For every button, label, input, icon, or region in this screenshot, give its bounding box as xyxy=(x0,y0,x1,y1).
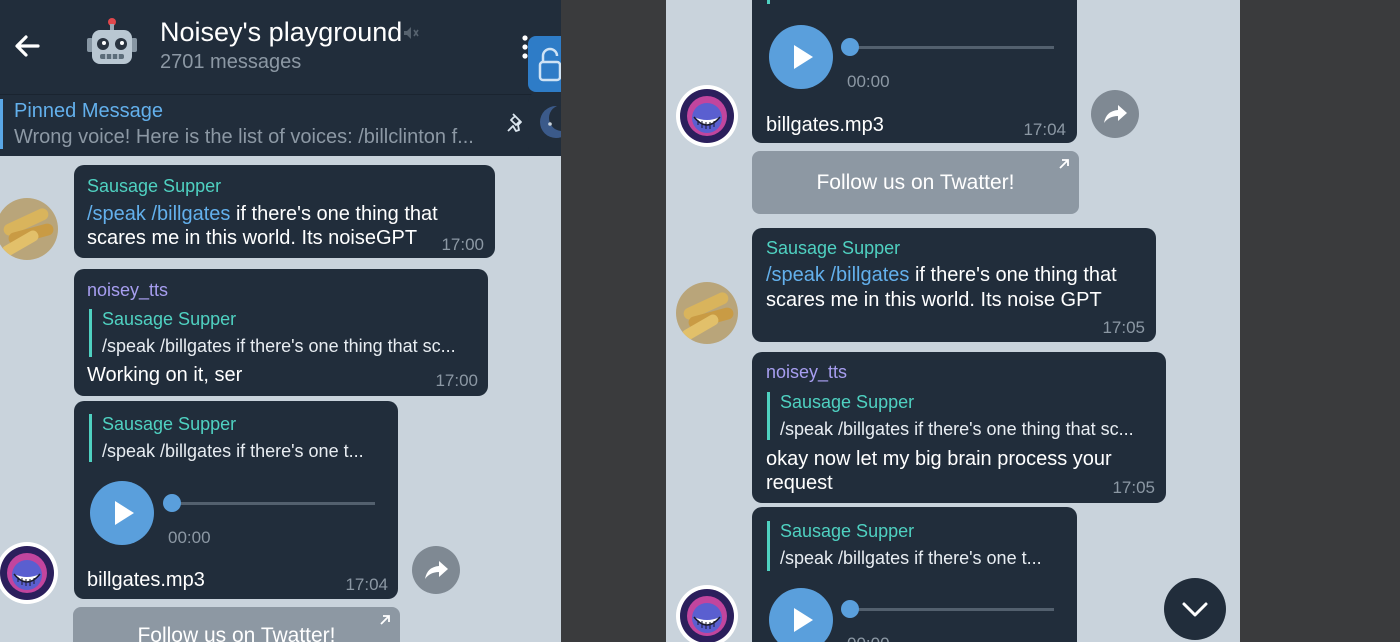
avatar-sausage-supper[interactable] xyxy=(676,282,738,344)
message-time: 17:00 xyxy=(441,235,484,254)
audio-message-bubble[interactable]: 00:00 billgates.mp3 17:04 xyxy=(752,0,1077,143)
command-link[interactable]: /speak /billgates xyxy=(87,203,230,225)
reply-text: /speak /billgates if there's one t... xyxy=(102,441,364,461)
audio-duration: 00:00 xyxy=(847,634,890,642)
reply-sender: Sausage Supper xyxy=(780,521,915,541)
play-button[interactable] xyxy=(769,25,833,89)
message-time: 17:05 xyxy=(1112,478,1155,497)
message-time: 17:04 xyxy=(1023,120,1066,139)
play-button[interactable] xyxy=(769,588,833,642)
forward-button[interactable] xyxy=(1091,90,1139,138)
message-text-part: if there's one thing that xyxy=(909,264,1117,286)
sender-name[interactable]: noisey_tts xyxy=(87,280,168,301)
forward-icon xyxy=(425,561,448,579)
mute-icon xyxy=(404,27,419,39)
forward-icon xyxy=(1104,105,1127,123)
message-bubble[interactable]: Sausage Supper /speak /billgates if ther… xyxy=(74,165,495,258)
reply-text: /speak /billgates if there's one thing t… xyxy=(102,336,456,356)
chevron-down-icon xyxy=(1182,602,1208,617)
troll-face-icon xyxy=(680,89,734,143)
sender-name[interactable]: Sausage Supper xyxy=(766,238,900,259)
reply-quote[interactable]: Sausage Supper /speak /billgates if ther… xyxy=(89,309,456,357)
seek-knob[interactable] xyxy=(163,494,181,512)
message-text: Working on it, ser xyxy=(87,364,243,386)
right-chat-screen: 00:00 billgates.mp3 17:04 Follow us on T… xyxy=(666,0,1240,642)
scroll-down-button[interactable] xyxy=(1164,578,1226,640)
seek-knob[interactable] xyxy=(841,600,859,618)
seek-bar[interactable] xyxy=(848,608,1054,611)
seek-bar[interactable] xyxy=(170,502,375,505)
audio-duration: 00:00 xyxy=(847,72,890,91)
external-link-icon xyxy=(1059,159,1069,169)
chat-title[interactable]: Noisey's playground xyxy=(160,17,402,48)
audio-duration: 00:00 xyxy=(168,528,211,547)
message-time: 17:05 xyxy=(1102,318,1145,337)
message-time: 17:00 xyxy=(435,371,478,390)
message-text: okay now let my big brain process your xyxy=(766,448,1112,470)
message-bubble[interactable]: noisey_tts Sausage Supper /speak /billga… xyxy=(752,352,1166,503)
reply-quote[interactable]: Sausage Supper /speak /billgates if ther… xyxy=(767,392,1134,440)
message-text: /speak /billgates if there's one thing t… xyxy=(766,263,1117,287)
reply-sender: Sausage Supper xyxy=(102,414,237,434)
follow-twatter-button[interactable]: Follow us on Twatter! xyxy=(73,607,400,642)
sender-name[interactable]: Sausage Supper xyxy=(87,176,221,197)
play-button[interactable] xyxy=(90,481,154,545)
command-link[interactable]: /speak /billgates xyxy=(766,264,909,286)
reply-text: /speak /billgates if there's one t... xyxy=(780,548,1042,568)
forward-button[interactable] xyxy=(412,546,460,594)
avatar-noisey-tts[interactable] xyxy=(676,585,738,642)
reply-quote[interactable]: Sausage Supper /speak /billgates if ther… xyxy=(767,521,1042,571)
moon-icon xyxy=(540,105,561,138)
food-photo-icon xyxy=(0,198,58,260)
pinned-indicator xyxy=(0,99,3,149)
audio-filename: billgates.mp3 xyxy=(766,114,884,136)
bot-avatar-icon[interactable] xyxy=(84,16,140,72)
seek-knob[interactable] xyxy=(841,38,859,56)
audio-message-bubble[interactable]: Sausage Supper /speak /billgates if ther… xyxy=(74,401,398,599)
reply-quote-edge xyxy=(767,0,770,4)
message-count: 2701 messages xyxy=(160,51,302,73)
avatar-noisey-tts[interactable] xyxy=(676,85,738,147)
message-time: 17:04 xyxy=(345,575,388,594)
follow-button-label: Follow us on Twatter! xyxy=(137,624,336,642)
reply-sender: Sausage Supper xyxy=(102,309,237,329)
play-icon xyxy=(115,501,134,525)
play-icon xyxy=(794,45,813,69)
lock-icon xyxy=(538,47,561,82)
troll-face-icon xyxy=(680,589,734,642)
audio-filename: billgates.mp3 xyxy=(87,569,205,591)
chat-header: Noisey's playground 2701 messages xyxy=(0,0,561,94)
left-chat-screen: Noisey's playground 2701 messages Pinned… xyxy=(0,0,561,642)
back-arrow-icon[interactable] xyxy=(12,30,44,62)
message-bubble[interactable]: noisey_tts Sausage Supper /speak /billga… xyxy=(74,269,488,396)
night-mode-button[interactable] xyxy=(528,92,561,156)
reply-text: /speak /billgates if there's one thing t… xyxy=(780,419,1134,439)
pinned-title: Pinned Message xyxy=(14,100,163,122)
pin-icon[interactable] xyxy=(504,110,530,136)
follow-twatter-button[interactable]: Follow us on Twatter! xyxy=(752,151,1079,214)
troll-face-icon xyxy=(0,546,54,600)
pinned-message-bar[interactable]: Pinned Message Wrong voice! Here is the … xyxy=(0,94,561,156)
follow-button-label: Follow us on Twatter! xyxy=(816,171,1015,194)
external-link-icon xyxy=(380,615,390,625)
pinned-text: Wrong voice! Here is the list of voices:… xyxy=(14,126,474,148)
audio-message-bubble[interactable]: Sausage Supper /speak /billgates if ther… xyxy=(752,507,1077,642)
avatar-sausage-supper[interactable] xyxy=(0,198,58,260)
play-icon xyxy=(794,608,813,632)
reply-sender: Sausage Supper xyxy=(780,392,915,412)
avatar-noisey-tts[interactable] xyxy=(0,542,58,604)
message-text-line: scares me in this world. Its noise GPT xyxy=(766,289,1102,311)
food-photo-icon xyxy=(676,282,738,344)
message-text-line: scares me in this world. Its noiseGPT xyxy=(87,227,418,249)
message-bubble[interactable]: Sausage Supper /speak /billgates if ther… xyxy=(752,228,1156,342)
message-text-line: request xyxy=(766,472,833,494)
message-text: /speak /billgates if there's one thing t… xyxy=(87,202,438,226)
seek-bar[interactable] xyxy=(848,46,1054,49)
reply-quote[interactable]: Sausage Supper /speak /billgates if ther… xyxy=(89,414,364,462)
sender-name[interactable]: noisey_tts xyxy=(766,362,847,383)
message-text-part: if there's one thing that xyxy=(230,203,438,225)
lock-button[interactable] xyxy=(528,36,561,92)
